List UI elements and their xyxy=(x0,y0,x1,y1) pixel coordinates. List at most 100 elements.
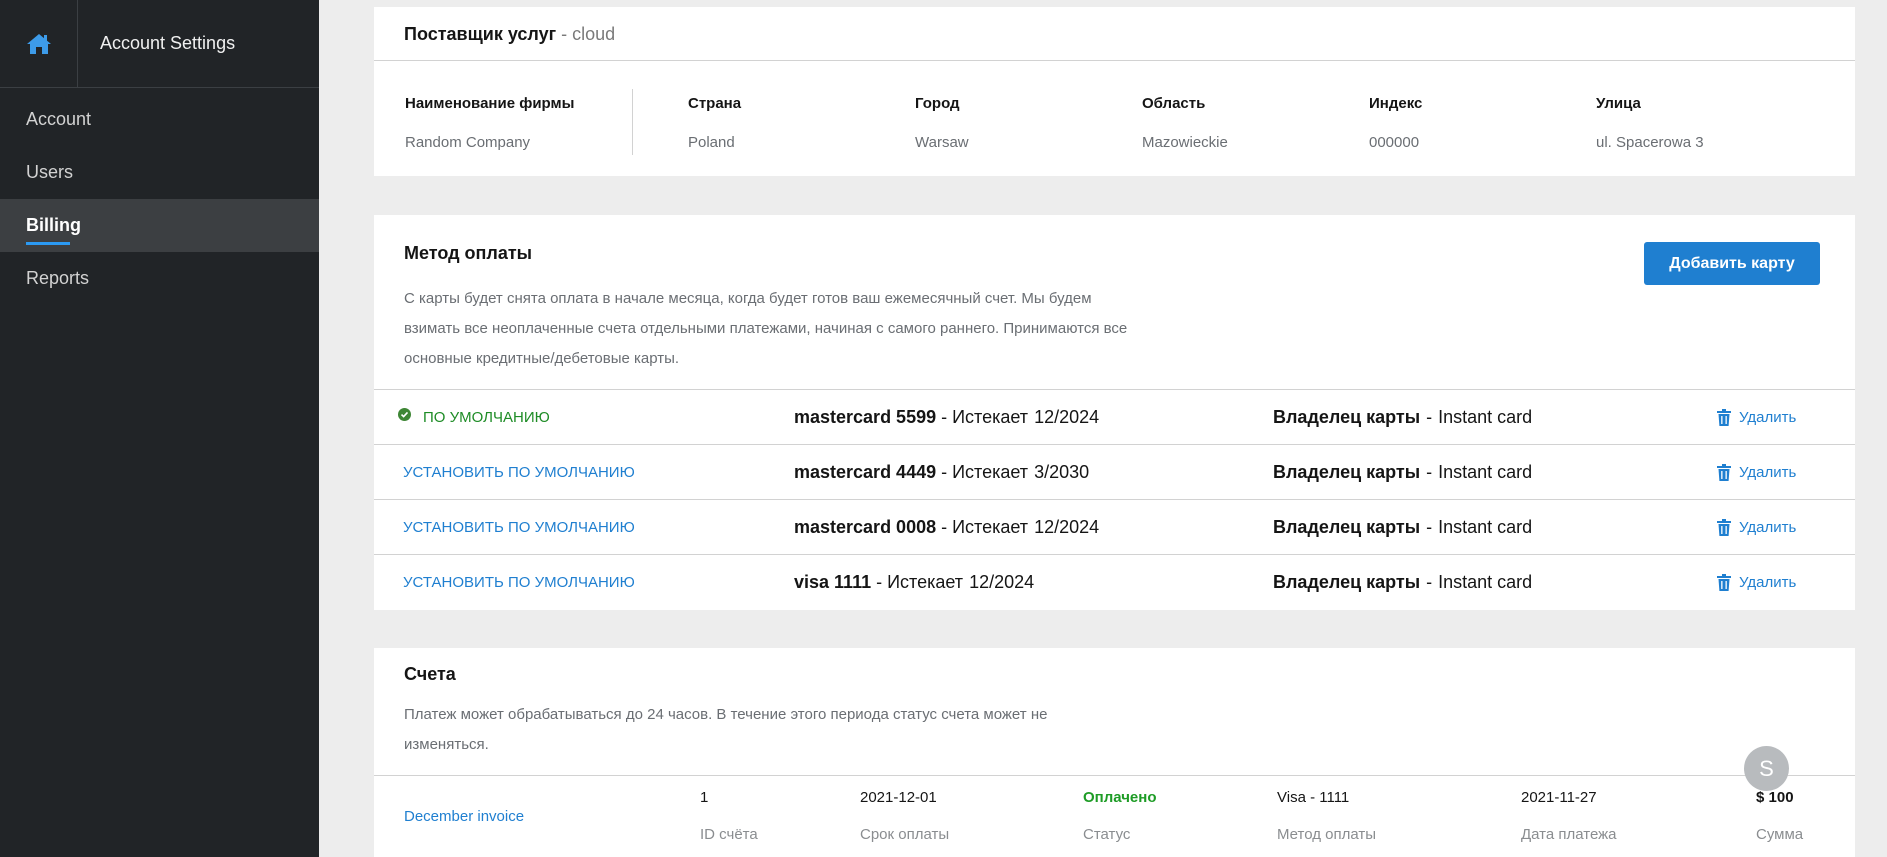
col-label: Страна xyxy=(688,95,742,112)
owner-value: Instant card xyxy=(1438,462,1533,482)
payment-card: Метод оплаты Добавить карту С карты буде… xyxy=(374,215,1855,610)
card-expiry: 3/2030 xyxy=(1034,462,1090,482)
home-icon xyxy=(26,34,51,54)
col-label: Наименование фирмы xyxy=(405,95,575,112)
payment-row: УСТАНОВИТЬ ПО УМОЛЧАНИЮ mastercard 0008 … xyxy=(374,499,1855,554)
check-circle-icon xyxy=(398,408,411,421)
trash-icon xyxy=(1717,464,1731,481)
invoice-col-paid-date: 2021-11-27 Дата платежа xyxy=(1521,789,1617,843)
invoice-paid-date-label: Дата платежа xyxy=(1521,826,1617,843)
invoices-description: Платеж может обрабатываться до 24 часов.… xyxy=(404,700,1047,760)
delete-label: Удалить xyxy=(1739,519,1797,536)
set-default-button[interactable]: УСТАНОВИТЬ ПО УМОЛЧАНИЮ xyxy=(403,445,635,500)
card-owner: Владелец карты - Instant card xyxy=(1273,572,1533,592)
card-info: mastercard 5599 - Истекает 12/2024 xyxy=(794,390,1099,445)
payment-description: С карты будет снята оплата в начале меся… xyxy=(404,284,1127,374)
set-default-button[interactable]: УСТАНОВИТЬ ПО УМОЛЧАНИЮ xyxy=(403,500,635,555)
owner-label: Владелец карты xyxy=(1273,517,1421,537)
col-label: Город xyxy=(915,95,960,112)
add-card-button[interactable]: Добавить карту xyxy=(1644,242,1820,285)
invoice-amount: $ 100 xyxy=(1756,789,1794,806)
provider-col-company: Наименование фирмы Random Company xyxy=(405,95,574,151)
col-label: Область xyxy=(1142,95,1206,112)
col-value: Mazowieckie xyxy=(1142,134,1228,151)
col-value: Random Company xyxy=(405,134,531,151)
expires-label: - Истекает xyxy=(941,462,1029,482)
invoice-amount-label: Сумма xyxy=(1756,826,1804,843)
provider-subtitle: - cloud xyxy=(561,24,616,44)
delete-card-button[interactable]: Удалить xyxy=(1717,555,1796,610)
invoice-status-label: Статус xyxy=(1083,826,1131,843)
delete-card-button[interactable]: Удалить xyxy=(1717,390,1796,445)
card-info: visa 1111 - Истекает 12/2024 xyxy=(794,555,1034,610)
provider-col-city: Город Warsaw xyxy=(915,95,969,151)
card-name: mastercard 0008 xyxy=(794,517,937,537)
col-label: Улица xyxy=(1596,95,1641,112)
card-expiry: 12/2024 xyxy=(969,572,1035,592)
payment-row: УСТАНОВИТЬ ПО УМОЛЧАНИЮ visa 1111 - Исте… xyxy=(374,554,1855,609)
provider-card: Поставщик услуг - cloud Наименование фир… xyxy=(374,7,1855,176)
sidebar-item-reports[interactable]: Reports xyxy=(0,252,319,305)
invoice-due: 2021-12-01 xyxy=(860,789,937,806)
sidebar-header: Account Settings xyxy=(0,0,319,88)
description-line: изменяться. xyxy=(404,736,489,753)
card-owner: Владелец карты - Instant card xyxy=(1273,407,1533,427)
delete-label: Удалить xyxy=(1739,574,1797,591)
invoice-method-label: Метод оплаты xyxy=(1277,826,1377,843)
invoice-paid-date: 2021-11-27 xyxy=(1521,789,1597,806)
sidebar-item-users[interactable]: Users xyxy=(0,146,319,199)
provider-col-region: Область Mazowieckie xyxy=(1142,95,1228,151)
invoice-col-method: Visa - 1111 Метод оплаты xyxy=(1277,789,1376,843)
owner-value: Instant card xyxy=(1438,572,1533,592)
payment-row: УСТАНОВИТЬ ПО УМОЛЧАНИЮ mastercard 4449 … xyxy=(374,444,1855,499)
owner-label: Владелец карты xyxy=(1273,407,1421,427)
expires-label: - Истекает xyxy=(941,407,1029,427)
description-line: взимать все неоплаченные счета отдельным… xyxy=(404,320,1128,337)
set-default-button[interactable]: УСТАНОВИТЬ ПО УМОЛЧАНИЮ xyxy=(403,555,635,610)
sidebar-item-label: Reports xyxy=(26,268,90,288)
owner-label: Владелец карты xyxy=(1273,572,1421,592)
card-owner: Владелец карты - Instant card xyxy=(1273,517,1533,537)
delete-card-button[interactable]: Удалить xyxy=(1717,445,1796,500)
trash-icon xyxy=(1717,409,1731,426)
invoice-col-status: Оплачено Статус xyxy=(1083,789,1157,843)
invoice-due-label: Срок оплаты xyxy=(860,826,950,843)
sidebar-item-label: Users xyxy=(26,162,74,182)
sidebar-item-billing[interactable]: Billing xyxy=(0,199,319,252)
col-value: Warsaw xyxy=(915,134,969,151)
provider-divider xyxy=(374,60,1855,61)
owner-value: Instant card xyxy=(1438,517,1533,537)
invoice-id: 1 xyxy=(700,789,709,806)
card-name: visa 1111 xyxy=(794,572,872,592)
description-line: Платеж может обрабатываться до 24 часов.… xyxy=(404,706,1048,723)
description-line: С карты будет снята оплата в начале меся… xyxy=(404,290,1092,307)
owner-value: Instant card xyxy=(1438,407,1533,427)
delete-card-button[interactable]: Удалить xyxy=(1717,500,1796,555)
col-value: 000000 xyxy=(1369,134,1420,151)
provider-title-text: Поставщик услуг xyxy=(404,24,557,44)
invoice-status: Оплачено xyxy=(1083,789,1157,806)
expires-label: - Истекает xyxy=(876,572,964,592)
card-name: mastercard 4449 xyxy=(794,462,937,482)
card-owner: Владелец карты - Instant card xyxy=(1273,462,1533,482)
home-button[interactable] xyxy=(0,0,78,88)
invoice-col-due: 2021-12-01 Срок оплаты xyxy=(860,789,949,843)
avatar[interactable]: S xyxy=(1744,746,1789,791)
sidebar-item-account[interactable]: Account xyxy=(0,93,319,146)
card-expiry: 12/2024 xyxy=(1034,407,1100,427)
invoice-link[interactable]: December invoice xyxy=(404,808,524,825)
default-label: ПО УМОЛЧАНИЮ xyxy=(423,409,550,426)
owner-label: Владелец карты xyxy=(1273,462,1421,482)
default-badge: ПО УМОЛЧАНИЮ xyxy=(398,390,550,445)
provider-col-zip: Индекс 000000 xyxy=(1369,95,1422,151)
expires-label: - Истекает xyxy=(941,517,1029,537)
sidebar-item-label: Account xyxy=(26,109,92,129)
invoices-divider xyxy=(374,775,1855,776)
sidebar: Account Settings Account Users Billing R… xyxy=(0,0,319,857)
col-value: ul. Spacerowa 3 xyxy=(1596,134,1704,151)
invoice-id-label: ID счёта xyxy=(700,826,758,843)
column-separator xyxy=(632,89,633,155)
provider-col-country: Страна Poland xyxy=(688,95,741,151)
invoice-col-id: 1 ID счёта xyxy=(700,789,758,843)
card-info: mastercard 0008 - Истекает 12/2024 xyxy=(794,500,1099,555)
